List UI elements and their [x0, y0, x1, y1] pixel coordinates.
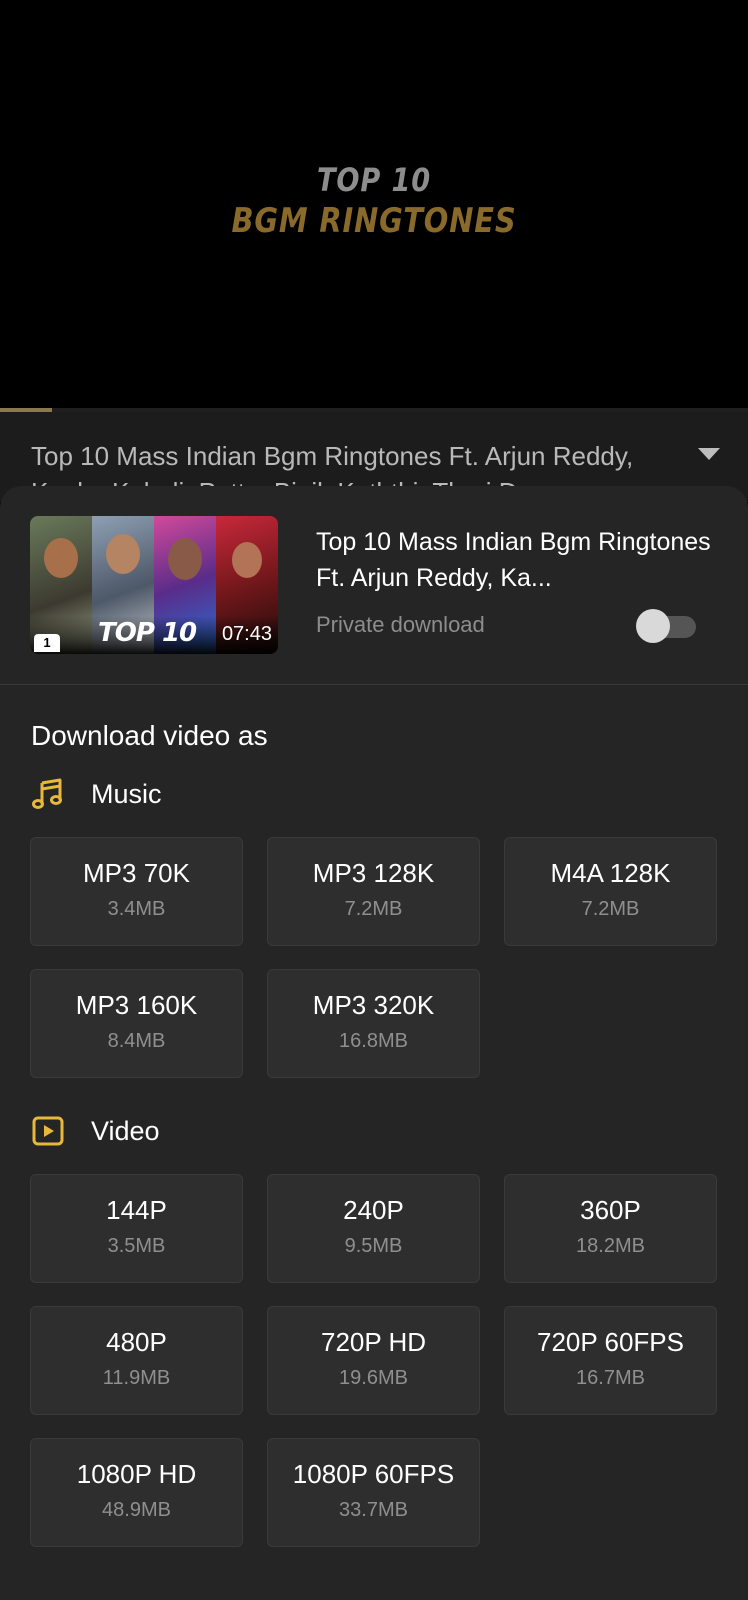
option-size: 48.9MB: [102, 1499, 171, 1521]
download-as-heading: Download video as: [31, 720, 268, 751]
video-option-360p[interactable]: 360P 18.2MB: [504, 1174, 717, 1283]
video-option-720p-hd[interactable]: 720P HD 19.6MB: [267, 1306, 480, 1415]
option-quality: 1080P HD: [76, 1459, 197, 1489]
option-quality: 480P: [106, 1327, 167, 1357]
divider: [0, 684, 748, 685]
video-option-1080p-hd[interactable]: 1080P HD 48.9MB: [30, 1438, 243, 1547]
private-download-toggle[interactable]: [636, 609, 698, 643]
video-option-144p[interactable]: 144P 3.5MB: [30, 1174, 243, 1283]
option-quality: M4A 128K: [550, 858, 671, 888]
chevron-down-icon[interactable]: [698, 448, 720, 460]
music-option-mp3-128k[interactable]: MP3 128K 7.2MB: [267, 837, 480, 946]
option-quality: 1080P 60FPS: [292, 1459, 455, 1489]
option-quality: MP3 70K: [83, 858, 190, 888]
option-size: 8.4MB: [107, 1030, 166, 1052]
thumbnail-overlay-text: TOP 10: [98, 618, 197, 648]
option-size: 3.5MB: [107, 1235, 166, 1257]
music-option-mp3-160k[interactable]: MP3 160K 8.4MB: [30, 969, 243, 1078]
option-size: 16.8MB: [339, 1030, 408, 1052]
music-note-icon: [32, 778, 62, 809]
option-quality: 144P: [106, 1195, 167, 1225]
option-quality: MP3 160K: [75, 990, 198, 1020]
option-size: 33.7MB: [339, 1499, 408, 1521]
video-option-240p[interactable]: 240P 9.5MB: [267, 1174, 480, 1283]
option-size: 19.6MB: [339, 1367, 408, 1389]
thumbnail-badge: 1: [34, 634, 60, 652]
video-option-1080p-60fps[interactable]: 1080P 60FPS 33.7MB: [267, 1438, 480, 1547]
music-option-mp3-320k[interactable]: MP3 320K 16.8MB: [267, 969, 480, 1078]
music-section-label: Music: [91, 778, 162, 809]
option-size: 16.7MB: [576, 1367, 645, 1389]
option-size: 9.5MB: [344, 1235, 403, 1257]
option-quality: 360P: [580, 1195, 641, 1225]
option-quality: 720P 60FPS: [537, 1327, 684, 1357]
option-quality: 240P: [343, 1195, 404, 1225]
option-quality: MP3 320K: [312, 990, 435, 1020]
download-video-title: Top 10 Mass Indian Bgm Ringtones Ft. Arj…: [316, 528, 711, 592]
music-option-m4a-128k[interactable]: M4A 128K 7.2MB: [504, 837, 717, 946]
video-option-720p-60fps[interactable]: 720P 60FPS 16.7MB: [504, 1306, 717, 1415]
video-player[interactable]: TOP 10 BGM RINGTONES: [0, 0, 748, 412]
option-size: 7.2MB: [344, 898, 403, 920]
video-duration: 07:43: [221, 623, 272, 645]
download-sheet: 1 TOP 10 07:43 Top 10 Mass Indian Bgm Ri…: [0, 486, 748, 1600]
video-option-480p[interactable]: 480P 11.9MB: [30, 1306, 243, 1415]
music-option-mp3-70k[interactable]: MP3 70K 3.4MB: [30, 837, 243, 946]
video-logo: TOP 10 BGM RINGTONES: [0, 160, 748, 242]
option-size: 7.2MB: [581, 898, 640, 920]
video-thumbnail: 1 TOP 10 07:43: [30, 516, 278, 654]
play-square-icon: [32, 1116, 64, 1146]
music-section-header: Music: [31, 776, 162, 812]
logo-line2: BGM RINGTONES: [231, 201, 517, 241]
option-size: 11.9MB: [102, 1367, 171, 1389]
video-section-header: Video: [31, 1113, 160, 1149]
option-quality: MP3 128K: [312, 858, 435, 888]
toggle-knob: [636, 609, 670, 643]
video-section-label: Video: [91, 1115, 160, 1146]
private-download-label: Private download: [316, 612, 485, 637]
option-size: 18.2MB: [576, 1235, 645, 1257]
option-size: 3.4MB: [107, 898, 166, 920]
logo-line1: TOP 10: [316, 161, 432, 199]
option-quality: 720P HD: [320, 1327, 427, 1357]
